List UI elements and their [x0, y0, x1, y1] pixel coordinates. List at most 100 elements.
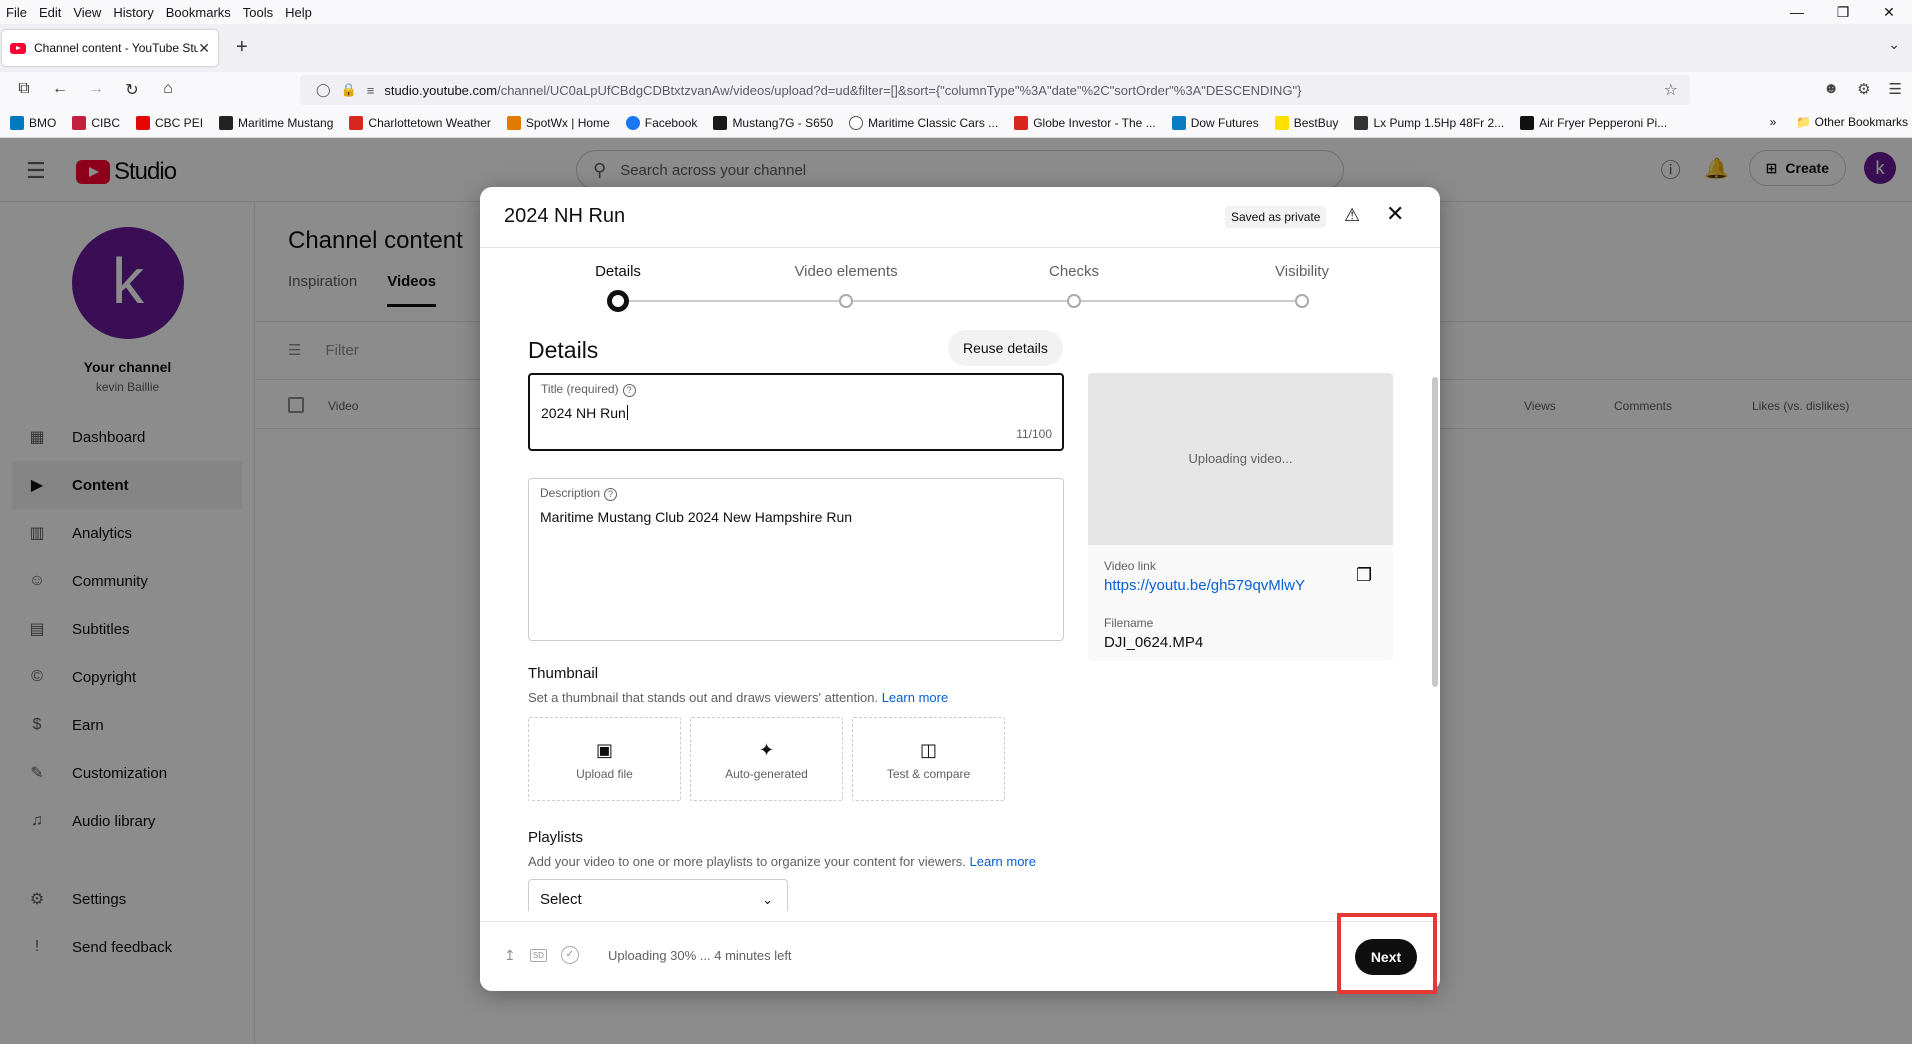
step-video-elements[interactable]: Video elements [794, 263, 897, 280]
bookmark-item[interactable]: CIBC [72, 115, 120, 130]
window-controls: — ❐ ✕ [1774, 0, 1912, 24]
dialog-scrollbar[interactable] [1432, 377, 1438, 687]
close-icon[interactable]: ✕ [1386, 201, 1404, 227]
filename-value: DJI_0624.MP4 [1104, 634, 1204, 651]
dialog-footer: ↥ SD ✓ Uploading 30% ... 4 minutes left … [480, 921, 1440, 991]
bookmark-item[interactable]: SpotWx | Home [506, 115, 610, 130]
step-dot-checks[interactable] [1067, 294, 1081, 308]
bookmark-item[interactable]: BestBuy [1274, 115, 1338, 130]
copy-icon[interactable]: ❐ [1356, 565, 1372, 586]
bookmark-favicon-icon [10, 115, 24, 130]
step-visibility[interactable]: Visibility [1275, 263, 1329, 280]
window-close-icon[interactable]: ✕ [1866, 0, 1912, 24]
tab-manager-icon[interactable]: ⧉ [14, 80, 34, 98]
menu-help[interactable]: Help [279, 5, 318, 20]
toolbar-right: ☻ ⚙ ☰ [1823, 80, 1902, 98]
step-checks[interactable]: Checks [1049, 263, 1099, 280]
menu-bookmarks[interactable]: Bookmarks [160, 5, 237, 20]
bookmark-favicon-icon [713, 115, 728, 130]
browser-navbar: ⧉ ← → ↻ ⌂ ◯ 🔒 ≡ studio.youtube.com/chann… [0, 72, 1912, 108]
bookmark-favicon-icon [1014, 115, 1029, 130]
new-tab-icon[interactable]: + [236, 36, 248, 59]
description-input[interactable]: Maritime Mustang Club 2024 New Hampshire… [540, 509, 852, 525]
shield-icon[interactable]: ◯ [316, 82, 331, 98]
bookmark-item[interactable]: Charlottetown Weather [349, 115, 491, 130]
youtube-studio-app: ☰ Studio ⚲ Search across your channel ⓘ … [0, 138, 1912, 1044]
thumbnail-learn-more-link[interactable]: Learn more [882, 690, 948, 705]
title-input[interactable]: 2024 NH Run [541, 405, 628, 421]
bookmark-star-icon[interactable]: ☆ [1664, 80, 1678, 100]
other-bookmarks[interactable]: 📁 Other Bookmarks [1796, 115, 1908, 129]
bookmark-item[interactable]: Dow Futures [1171, 115, 1259, 130]
video-preview-card: Uploading video... Video link https://yo… [1088, 373, 1393, 661]
report-issue-icon[interactable]: ⚠ [1344, 205, 1360, 226]
bookmark-item[interactable]: CBC PEI [136, 115, 203, 130]
title-field-label: Title (required)? [541, 382, 636, 397]
minimize-icon[interactable]: — [1774, 0, 1820, 24]
bookmark-item[interactable]: Air Fryer Pepperoni Pi... [1520, 115, 1667, 130]
home-icon[interactable]: ⌂ [158, 80, 178, 98]
video-link[interactable]: https://youtu.be/gh579qvMlwY [1104, 577, 1305, 594]
extensions-icon[interactable]: ⚙ [1857, 80, 1870, 98]
permissions-icon[interactable]: ≡ [367, 83, 375, 98]
bookmarks-overflow-icon[interactable]: » [1770, 115, 1777, 129]
address-bar[interactable]: ◯ 🔒 ≡ studio.youtube.com/channel/UC0aLpU… [300, 75, 1690, 105]
step-dot-details[interactable] [607, 290, 629, 312]
video-link-label: Video link [1104, 559, 1156, 573]
forward-icon[interactable]: → [86, 80, 106, 98]
account-icon[interactable]: ☻ [1823, 80, 1839, 98]
dialog-scroll-area[interactable]: Details Reuse details Title (required)? … [480, 319, 1432, 911]
step-details[interactable]: Details [595, 263, 641, 280]
menu-file[interactable]: File [0, 5, 33, 20]
details-heading: Details [528, 337, 599, 363]
title-char-counter: 11/100 [1016, 427, 1052, 441]
step-dot-video-elements[interactable] [839, 294, 853, 308]
auto-generated-thumbnail-button[interactable]: ✦ Auto-generated [690, 717, 843, 801]
bookmark-favicon-icon [1274, 115, 1289, 130]
description-field[interactable]: Description? Maritime Mustang Club 2024 … [528, 478, 1064, 641]
help-icon[interactable]: ? [622, 384, 636, 397]
bookmark-item[interactable]: Mustang7G - S650 [713, 115, 833, 130]
bookmark-item[interactable]: BMO [10, 115, 56, 130]
bookmark-item[interactable]: Facebook [625, 115, 697, 130]
upload-status-icons: ↥ SD ✓ [504, 946, 579, 964]
reuse-details-button[interactable]: Reuse details [948, 330, 1063, 366]
restore-icon[interactable]: ❐ [1820, 0, 1866, 24]
title-field[interactable]: Title (required)? 2024 NH Run 11/100 [528, 373, 1064, 451]
bookmark-item[interactable]: Globe Investor - The ... [1014, 115, 1156, 130]
reload-icon[interactable]: ↻ [122, 80, 142, 100]
bookmarks-right: » 📁 Other Bookmarks [1770, 115, 1908, 129]
bookmarks-toolbar: BMO CIBC CBC PEI Maritime Mustang Charlo… [0, 108, 1912, 138]
menu-edit[interactable]: Edit [33, 5, 67, 20]
tab-close-icon[interactable]: ✕ [198, 40, 210, 57]
lock-icon[interactable]: 🔒 [341, 82, 357, 98]
step-dot-visibility[interactable] [1295, 294, 1309, 308]
bookmark-favicon-icon [349, 115, 364, 130]
browser-tab-active[interactable]: Channel content - YouTube Stu ✕ [2, 30, 218, 66]
list-all-tabs-icon[interactable]: ⌄ [1888, 36, 1900, 53]
bookmark-item[interactable]: Maritime Mustang [219, 115, 333, 130]
bookmark-favicon-icon [72, 115, 87, 130]
bookmark-item[interactable]: Maritime Classic Cars ... [849, 115, 998, 130]
chevron-down-icon: ⌄ [762, 892, 773, 907]
dialog-title: 2024 NH Run [504, 205, 626, 227]
bookmark-item[interactable]: Lx Pump 1.5Hp 48Fr 2... [1354, 115, 1504, 130]
app-menu-icon[interactable]: ☰ [1889, 80, 1902, 98]
thumbnail-heading: Thumbnail [528, 665, 599, 682]
bookmark-favicon-icon [1354, 115, 1369, 130]
menu-tools[interactable]: Tools [237, 5, 279, 20]
bookmark-favicon-icon [219, 115, 234, 130]
tab-strip: Channel content - YouTube Stu ✕ + ⌄ [0, 24, 1912, 72]
help-icon[interactable]: ? [604, 488, 618, 501]
playlist-select[interactable]: Select ⌄ [528, 879, 788, 911]
menu-view[interactable]: View [67, 5, 107, 20]
test-compare-thumbnail-button[interactable]: ◫ Test & compare [852, 717, 1005, 801]
bookmark-favicon-icon [136, 115, 151, 130]
playlists-learn-more-link[interactable]: Learn more [970, 854, 1036, 869]
sd-quality-icon: SD [529, 948, 547, 962]
next-button[interactable]: Next [1355, 939, 1417, 975]
menu-history[interactable]: History [107, 5, 159, 20]
bookmark-favicon-icon [625, 115, 640, 130]
upload-thumbnail-button[interactable]: ▣ Upload file [528, 717, 681, 801]
back-icon[interactable]: ← [50, 80, 70, 98]
